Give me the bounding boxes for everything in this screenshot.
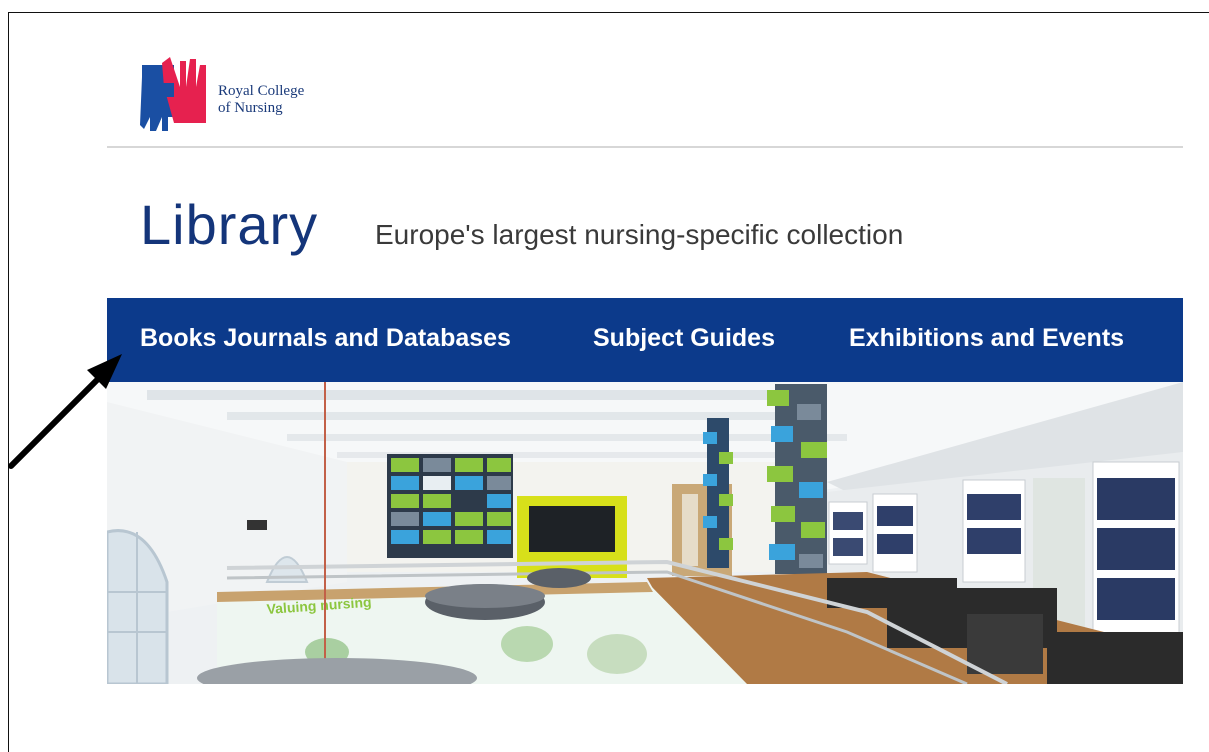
logo-text-line1: Royal College [218, 83, 305, 99]
nav-item-subject-guides[interactable]: Subject Guides [593, 322, 775, 354]
rcn-logo[interactable]: Royal College of Nursing [140, 57, 340, 132]
page-title: Library [140, 193, 319, 256]
header-divider [107, 146, 1183, 148]
logo-text-line2: of Nursing [218, 100, 283, 116]
arrow-icon [8, 354, 122, 469]
main-nav: Books Journals and Databases Subject Gui… [107, 298, 1183, 382]
nav-item-exhibitions-events[interactable]: Exhibitions and Events [849, 322, 1124, 354]
hero-image-library-interior: Valuing nursing [107, 382, 1183, 684]
nav-item-books-journals-databases[interactable]: Books Journals and Databases [140, 322, 511, 354]
rcn-hands-icon [140, 57, 206, 131]
page-subtitle: Europe's largest nursing-specific collec… [375, 219, 904, 250]
